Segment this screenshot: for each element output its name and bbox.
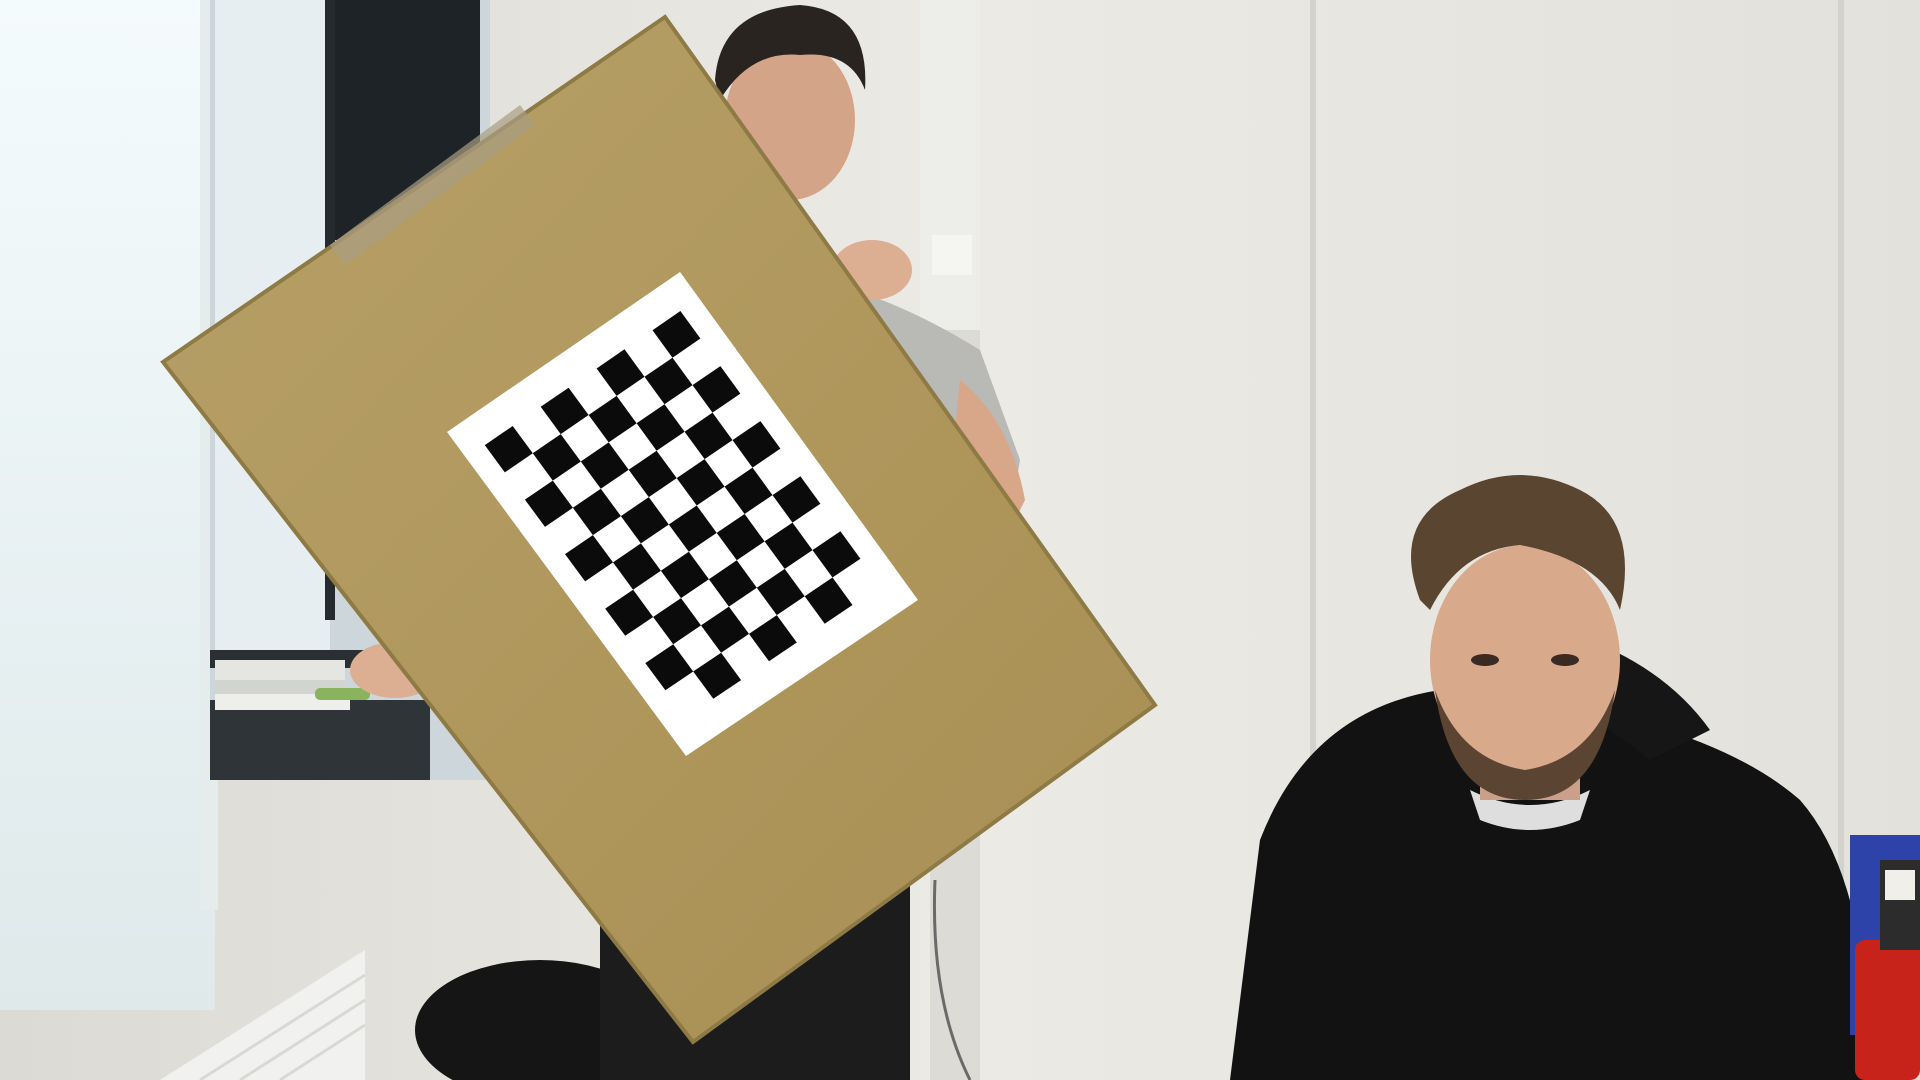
books	[215, 660, 345, 680]
door-frame	[920, 0, 980, 330]
green-marker	[315, 688, 370, 700]
window-blind	[0, 0, 215, 1010]
photo-scene	[0, 0, 1920, 1080]
window-ledge	[210, 700, 430, 780]
light-switch	[932, 235, 972, 275]
scene-canvas	[0, 0, 1920, 1080]
